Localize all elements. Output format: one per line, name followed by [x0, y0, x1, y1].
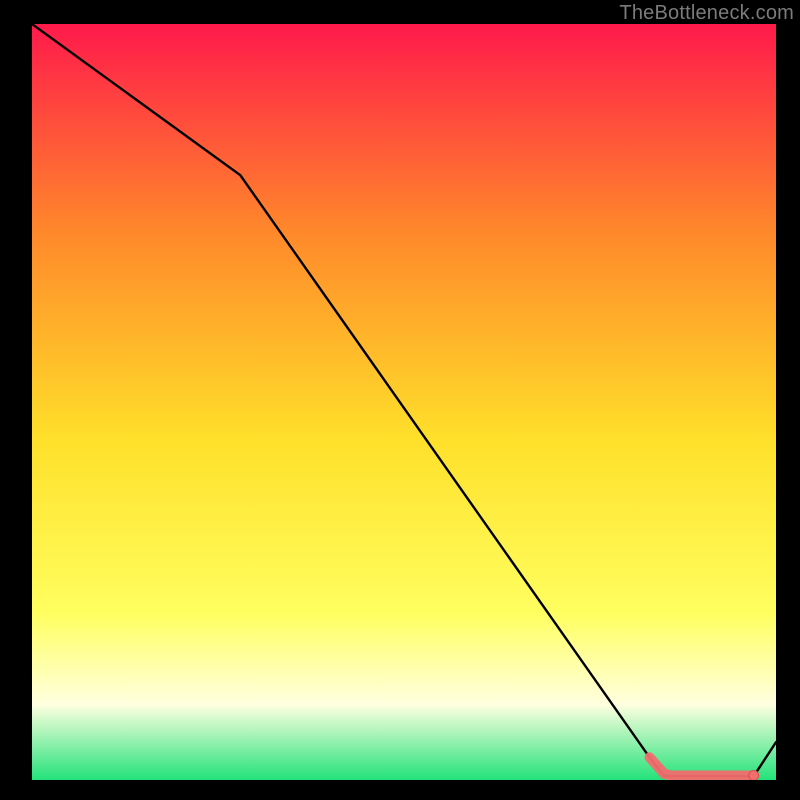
watermark-text: TheBottleneck.com [619, 2, 794, 25]
plot-area [32, 24, 776, 780]
chart-stage: TheBottleneck.com [0, 0, 800, 800]
gradient-background [32, 24, 776, 780]
marker-end-dot [749, 771, 759, 781]
plot-svg [32, 24, 776, 780]
